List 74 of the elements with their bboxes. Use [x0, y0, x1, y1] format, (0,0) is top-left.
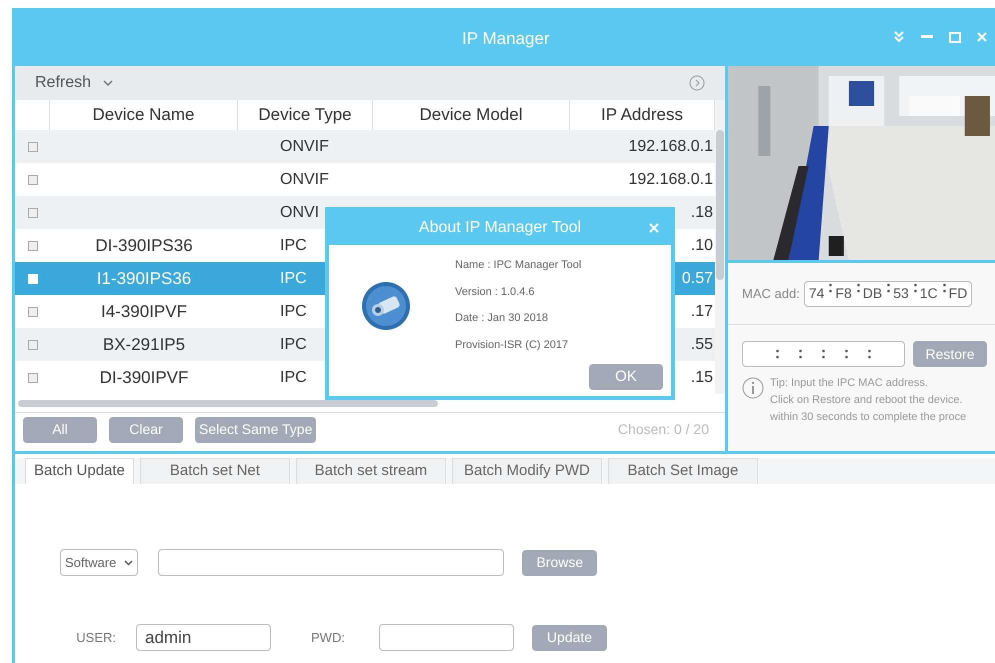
row-checkbox[interactable]: [28, 142, 38, 152]
user-field[interactable]: admin: [136, 624, 271, 651]
separator-icon: [914, 283, 917, 293]
close-icon[interactable]: [977, 32, 987, 42]
separator-icon: [822, 349, 825, 359]
device-name: DI-390IPS36: [95, 234, 193, 257]
about-text: Version : 1.0.4.6: [455, 284, 536, 300]
row-checkbox[interactable]: [28, 372, 38, 382]
refresh-dropdown[interactable]: Refresh: [35, 71, 114, 95]
device-name: I1-390IPS36: [96, 268, 192, 290]
ip-address: .55: [690, 334, 713, 354]
device-type: IPC: [280, 334, 307, 354]
device-type: ONVIF: [280, 170, 329, 190]
chosen-count: Chosen: 0 / 20: [618, 420, 710, 439]
horizontal-scrollbar[interactable]: [18, 400, 438, 406]
row-checkbox[interactable]: [28, 340, 38, 350]
tab[interactable]: Batch set stream: [296, 458, 446, 484]
ip-address: .10: [690, 236, 713, 256]
about-text: Provision-ISR (C) 2017: [455, 338, 570, 352]
row-checkbox[interactable]: [28, 240, 38, 250]
password-field[interactable]: [379, 624, 514, 651]
ip-address: 192.168.0.1: [628, 136, 713, 156]
row-checkbox[interactable]: [28, 174, 38, 184]
device-type: ONVI: [280, 202, 320, 222]
tip-text: within 30 seconds to complete the proce: [770, 410, 966, 425]
separator-icon: [776, 349, 779, 359]
user-label: USER:: [75, 628, 117, 647]
row-checkbox[interactable]: [28, 208, 38, 218]
window-title: IP Manager: [462, 28, 550, 50]
tip-text: Tip: Input the IPC MAC address.: [770, 376, 929, 391]
ip-address: .17: [690, 302, 713, 322]
device-type: IPC: [280, 236, 307, 256]
camera-logo-icon: [361, 281, 411, 331]
mac-label: MAC add:: [742, 284, 800, 303]
device-name: BX-291IP5: [102, 334, 186, 356]
separator-icon: [856, 283, 860, 293]
device-type: ONVIF: [280, 136, 329, 156]
source-select[interactable]: Software: [60, 549, 138, 576]
info-icon: [742, 377, 764, 399]
dialog-title: About IP Manager Tool: [418, 218, 582, 238]
tab[interactable]: Batch set Net: [140, 458, 290, 484]
separator-icon: [845, 349, 848, 359]
device-name: I4-390IPVF: [101, 300, 187, 323]
password-label: PWD:: [311, 628, 346, 647]
device-type: IPC: [280, 268, 307, 288]
row-checkbox[interactable]: [28, 306, 38, 316]
file-path-field[interactable]: [158, 549, 504, 576]
ip-address: 0.57: [682, 268, 713, 288]
device-type: IPC: [280, 302, 307, 322]
chevron-down-icon: [103, 80, 114, 86]
ip-address: 192.168.0.1: [628, 170, 713, 190]
tab[interactable]: Batch Modify PWD: [452, 458, 602, 484]
separator-icon: [887, 283, 890, 293]
tab[interactable]: Batch Update: [25, 458, 134, 484]
tab[interactable]: Batch Set Image: [608, 458, 758, 484]
maximize-icon[interactable]: [949, 32, 961, 42]
tip-text: Click on Restore and reboot the device.: [770, 393, 964, 408]
device-name: DI-390IPVF: [100, 366, 188, 389]
separator-icon: [799, 349, 802, 359]
separator-icon: [829, 283, 832, 293]
collapse-icon[interactable]: [893, 31, 905, 43]
minimize-icon[interactable]: [921, 35, 933, 39]
mac-field[interactable]: 74 F8 DB 53 1C FD: [804, 280, 972, 306]
ip-address: .18: [690, 202, 713, 222]
scrollbar-thumb[interactable]: [716, 130, 724, 280]
ip-address: .15: [690, 368, 713, 388]
separator-icon: [942, 283, 946, 293]
about-text: Name : IPC Manager Tool: [455, 258, 582, 273]
chevron-down-icon: [124, 560, 134, 566]
mac-input[interactable]: [742, 341, 905, 367]
close-icon[interactable]: [649, 223, 659, 233]
separator-icon: [868, 349, 871, 359]
about-text: Date : Jan 30 2018: [455, 311, 549, 326]
device-type: IPC: [280, 368, 307, 388]
